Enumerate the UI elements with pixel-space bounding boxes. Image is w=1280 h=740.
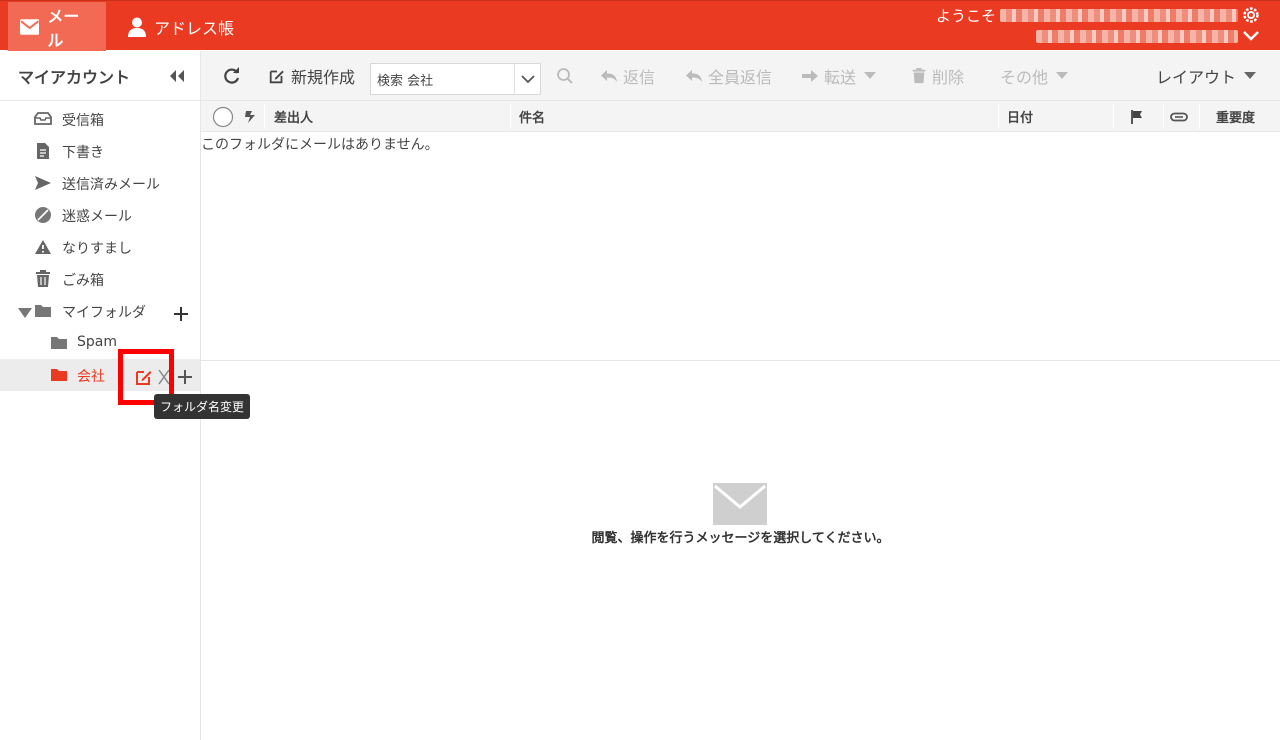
person-icon bbox=[128, 17, 146, 37]
sidebar-title: マイアカウント bbox=[18, 67, 131, 87]
thread-icon bbox=[245, 110, 255, 123]
sidebar-item-label: 送信済みメール bbox=[62, 177, 160, 193]
sidebar-item-junk[interactable]: 迷惑メール bbox=[0, 199, 200, 231]
column-divider bbox=[998, 104, 999, 129]
preview-pane: 閲覧、操作を行うメッセージを選択してください。 bbox=[201, 361, 1280, 740]
sidebar-item-label: 迷惑メール bbox=[62, 209, 132, 225]
sidebar-item-label: ごみ箱 bbox=[62, 273, 104, 289]
envelope-icon bbox=[713, 483, 767, 525]
refresh-button[interactable] bbox=[223, 51, 246, 101]
send-icon bbox=[35, 176, 51, 190]
sidebar-item-label: マイフォルダ bbox=[62, 305, 146, 321]
chevron-down-icon[interactable] bbox=[1242, 29, 1260, 43]
top-bar: メール アドレス帳 ようこそ bbox=[0, 0, 1280, 51]
compose-icon bbox=[269, 70, 284, 84]
sidebar-header: マイアカウント bbox=[0, 51, 200, 101]
column-divider bbox=[264, 104, 265, 129]
folder-icon bbox=[51, 369, 67, 381]
welcome-text: ようこそ bbox=[936, 5, 1238, 26]
reply-label: 返信 bbox=[623, 68, 656, 87]
layout-label: レイアウト bbox=[1156, 68, 1237, 87]
search-button[interactable] bbox=[556, 51, 579, 101]
sidebar-item-inbox[interactable]: 受信箱 bbox=[0, 103, 200, 135]
draft-icon bbox=[37, 143, 49, 159]
caret-down-icon bbox=[864, 72, 877, 79]
collapse-sidebar-icon[interactable] bbox=[168, 69, 186, 83]
warning-icon bbox=[35, 240, 51, 254]
preview-placeholder-text: 閲覧、操作を行うメッセージを選択してください。 bbox=[591, 531, 890, 546]
attachment-column-header[interactable] bbox=[1170, 101, 1188, 132]
sidebar-item-label: Spam bbox=[77, 334, 117, 350]
empty-folder-message: このフォルダにメールはありません。 bbox=[201, 137, 439, 153]
address-book-tab-label: アドレス帳 bbox=[154, 18, 235, 38]
column-divider bbox=[1163, 104, 1164, 129]
mail-tab-label: メール bbox=[47, 6, 80, 50]
block-icon bbox=[35, 207, 51, 223]
sidebar-item-drafts[interactable]: 下書き bbox=[0, 135, 200, 167]
search-value: 検索 会社 bbox=[377, 73, 434, 89]
sidebar-item-spoofing[interactable]: なりすまし bbox=[0, 231, 200, 263]
sidebar-item-label: 下書き bbox=[62, 145, 104, 161]
sidebar-item-trash[interactable]: ごみ箱 bbox=[0, 263, 200, 295]
search-input[interactable]: 検索 会社 bbox=[370, 63, 541, 95]
search-options-dropdown[interactable] bbox=[514, 64, 540, 94]
inbox-icon bbox=[34, 112, 52, 125]
reply-all-label: 全員返信 bbox=[708, 68, 773, 87]
circle-checkbox-icon bbox=[212, 106, 234, 127]
more-label: その他 bbox=[1000, 68, 1049, 87]
column-divider bbox=[1113, 104, 1114, 129]
date-column-header[interactable]: 日付 bbox=[1007, 101, 1033, 132]
gear-icon[interactable] bbox=[1242, 6, 1260, 24]
forward-button[interactable]: 転送 bbox=[801, 51, 881, 101]
folder-open-icon bbox=[35, 305, 51, 317]
caret-down-icon bbox=[1056, 72, 1069, 79]
subject-column-header[interactable]: 件名 bbox=[519, 101, 545, 132]
sidebar: マイアカウント 受信箱 下書き 送信済みメール 迷惑メール なりすまし ごみ箱 … bbox=[0, 51, 251, 740]
search-icon bbox=[557, 68, 573, 84]
blurred-username bbox=[1000, 9, 1238, 22]
forward-label: 転送 bbox=[824, 68, 857, 87]
new-message-label: 新規作成 bbox=[291, 68, 356, 87]
reply-button[interactable]: 返信 bbox=[600, 51, 655, 101]
sidebar-item-label: なりすまし bbox=[62, 241, 132, 257]
expand-triangle-icon[interactable] bbox=[18, 308, 32, 318]
flag-icon bbox=[1131, 109, 1142, 124]
welcome-label: ようこそ bbox=[935, 7, 996, 25]
sidebar-item-label: 会社 bbox=[77, 369, 105, 385]
reply-all-button[interactable]: 全員返信 bbox=[685, 51, 772, 101]
forward-icon bbox=[802, 70, 818, 82]
caret-down-icon bbox=[1244, 72, 1257, 79]
chevron-down-icon bbox=[520, 75, 535, 84]
add-subfolder-icon[interactable] bbox=[176, 368, 194, 386]
priority-column-header[interactable]: 重要度 bbox=[1216, 101, 1255, 132]
blurred-email bbox=[1036, 30, 1238, 43]
layout-button[interactable]: レイアウト bbox=[1156, 51, 1261, 101]
from-column-header[interactable]: 差出人 bbox=[274, 101, 313, 132]
folder-icon bbox=[51, 337, 67, 349]
more-button[interactable]: その他 bbox=[1000, 51, 1073, 101]
trash-icon bbox=[912, 68, 926, 84]
flag-column-header[interactable] bbox=[1131, 101, 1143, 132]
reply-icon bbox=[601, 70, 617, 82]
paperclip-icon bbox=[1170, 112, 1188, 121]
delete-button[interactable]: 削除 bbox=[911, 51, 964, 101]
address-book-tab[interactable]: アドレス帳 bbox=[116, 2, 251, 51]
message-list-header: 差出人 件名 日付 重要度 bbox=[201, 101, 1280, 132]
add-folder-icon[interactable] bbox=[172, 305, 190, 323]
toolbar: 新規作成 検索 会社 返信 全員返信 転送 削除 その他 レイアウト bbox=[201, 51, 1280, 101]
column-divider bbox=[1199, 104, 1200, 129]
select-all-checkbox[interactable] bbox=[212, 101, 234, 132]
sidebar-item-sent[interactable]: 送信済みメール bbox=[0, 167, 200, 199]
column-divider bbox=[510, 104, 511, 129]
trash-icon bbox=[36, 270, 50, 287]
delete-label: 削除 bbox=[932, 68, 965, 87]
mail-tab[interactable]: メール bbox=[8, 2, 106, 51]
refresh-icon bbox=[224, 67, 240, 84]
reply-all-icon bbox=[686, 70, 702, 82]
sidebar-item-label: 受信箱 bbox=[62, 113, 104, 129]
envelope-icon bbox=[20, 18, 40, 35]
thread-column-header[interactable] bbox=[244, 101, 256, 132]
new-message-button[interactable]: 新規作成 bbox=[268, 51, 355, 101]
